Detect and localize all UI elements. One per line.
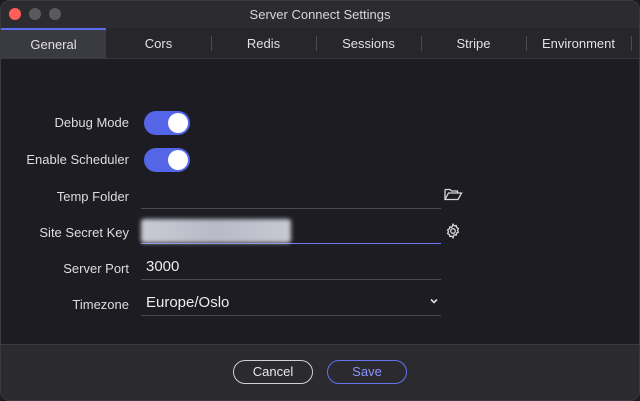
- server-port-label: Server Port: [63, 261, 129, 276]
- server-port-value: 3000: [146, 258, 180, 275]
- redacted-secret-value: [141, 219, 291, 243]
- timezone-label: Timezone: [72, 297, 129, 312]
- tab-stripe[interactable]: Stripe: [421, 28, 526, 59]
- enable-scheduler-label: Enable Scheduler: [26, 152, 129, 167]
- tab-cors[interactable]: Cors: [106, 28, 211, 59]
- chevron-down-icon: [429, 294, 439, 309]
- gear-icon[interactable]: [445, 222, 461, 244]
- tab-divider: [631, 36, 632, 51]
- temp-folder-label: Temp Folder: [56, 189, 129, 204]
- timezone-value: Europe/Oslo: [146, 294, 230, 311]
- enable-scheduler-toggle[interactable]: [144, 148, 190, 172]
- dialog-footer: Cancel Save: [1, 344, 639, 400]
- temp-folder-input[interactable]: [141, 183, 441, 209]
- save-button[interactable]: Save: [327, 360, 407, 384]
- server-port-input[interactable]: 3000: [141, 254, 441, 280]
- toggle-knob: [168, 150, 188, 170]
- tab-general[interactable]: General: [1, 28, 106, 59]
- tab-bar: General Cors Redis Sessions Stripe Envir…: [1, 28, 639, 59]
- settings-window: Server Connect Settings General Cors Red…: [0, 0, 640, 401]
- site-secret-key-label: Site Secret Key: [39, 225, 129, 240]
- general-settings-panel: Debug Mode Enable Scheduler Temp Folder …: [1, 59, 639, 344]
- debug-mode-label: Debug Mode: [54, 115, 129, 130]
- timezone-select[interactable]: Europe/Oslo: [141, 290, 441, 316]
- window-title: Server Connect Settings: [249, 7, 391, 22]
- tab-environment[interactable]: Environment: [526, 28, 631, 59]
- toggle-knob: [168, 113, 188, 133]
- tab-sessions[interactable]: Sessions: [316, 28, 421, 59]
- folder-open-icon[interactable]: [444, 187, 463, 207]
- site-secret-key-input[interactable]: [141, 218, 441, 244]
- tab-redis[interactable]: Redis: [211, 28, 316, 59]
- cancel-button[interactable]: Cancel: [233, 360, 313, 384]
- debug-mode-toggle[interactable]: [144, 111, 190, 135]
- title-bar: Server Connect Settings: [1, 1, 639, 28]
